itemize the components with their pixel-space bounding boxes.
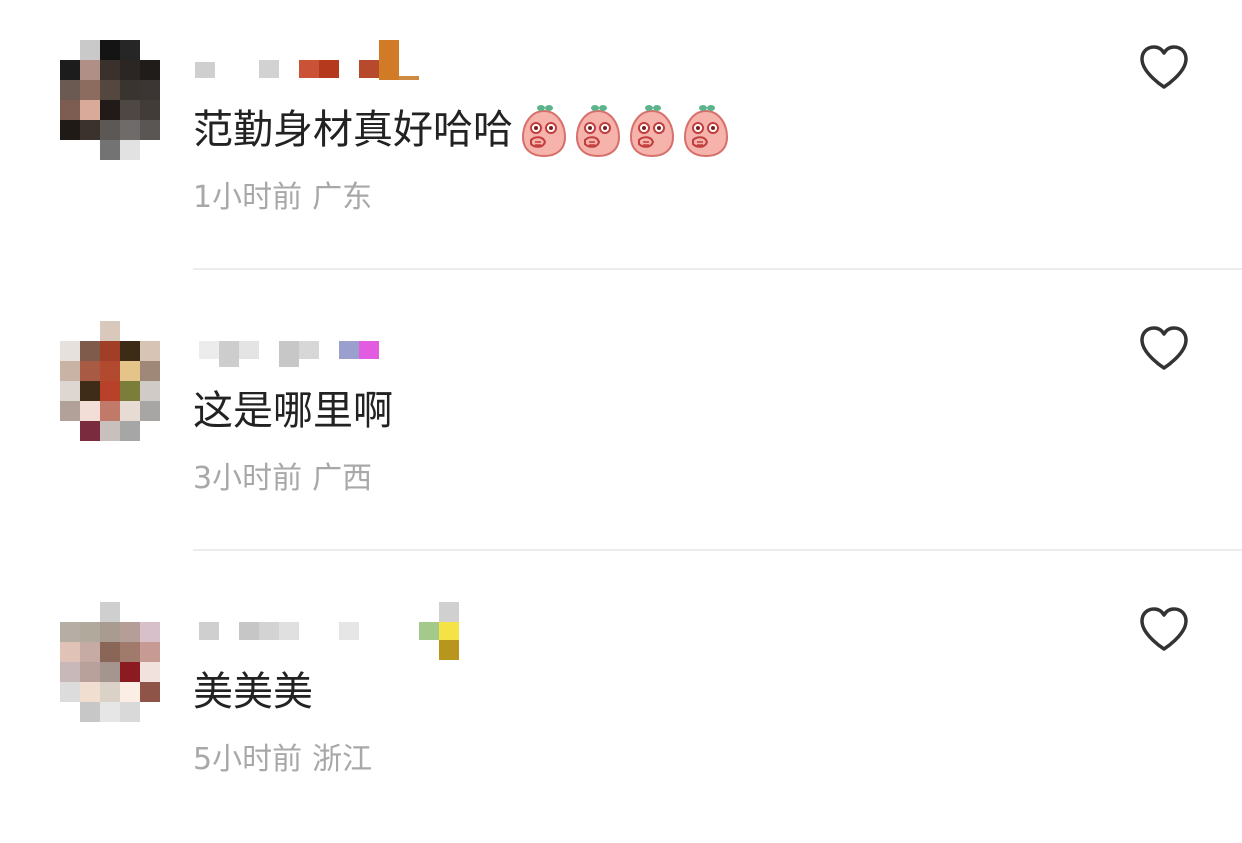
heart-outline-icon[interactable] bbox=[1136, 40, 1192, 96]
comment-time: 3小时前 bbox=[193, 461, 303, 496]
avatar[interactable] bbox=[60, 40, 160, 160]
comment-body: 这是哪里啊 bbox=[193, 388, 393, 434]
comment-body: 范勤身材真好哈哈 bbox=[193, 107, 513, 153]
comment-region: 广西 bbox=[312, 461, 373, 496]
comment-region: 广东 bbox=[312, 180, 373, 215]
comment-time: 5小时前 bbox=[193, 742, 303, 777]
comment-text: 这是哪里啊 bbox=[193, 383, 393, 439]
avatar[interactable] bbox=[60, 321, 160, 441]
username-pixelated[interactable] bbox=[195, 600, 459, 660]
divider bbox=[193, 549, 1242, 551]
comment-body: 美美美 bbox=[193, 669, 313, 715]
divider bbox=[193, 268, 1242, 270]
peach-covering-mouth-emoji-icon bbox=[575, 105, 621, 158]
comment-item: 美美美 5小时前 浙江 bbox=[0, 562, 1242, 843]
heart-outline-icon[interactable] bbox=[1136, 602, 1192, 658]
username-pixelated[interactable] bbox=[195, 319, 455, 367]
comment-meta: 5小时前 浙江 bbox=[193, 738, 372, 782]
username-pixelated[interactable] bbox=[195, 38, 455, 84]
peach-covering-mouth-emoji-icon bbox=[683, 105, 729, 158]
comment-text: 范勤身材真好哈哈 bbox=[193, 102, 733, 158]
comment-region: 浙江 bbox=[312, 742, 373, 777]
heart-outline-icon[interactable] bbox=[1136, 321, 1192, 377]
comment-meta: 1小时前 广东 bbox=[193, 176, 372, 220]
comment-time: 1小时前 bbox=[193, 180, 303, 215]
comment-item: 范勤身材真好哈哈 1小时前 广东 bbox=[0, 0, 1242, 281]
comment-meta: 3小时前 广西 bbox=[193, 457, 372, 501]
peach-covering-mouth-emoji-icon bbox=[629, 105, 675, 158]
comment-item: 这是哪里啊 3小时前 广西 bbox=[0, 281, 1242, 562]
emoji-group bbox=[517, 102, 733, 158]
comment-text: 美美美 bbox=[193, 664, 313, 720]
peach-covering-mouth-emoji-icon bbox=[521, 105, 567, 158]
avatar[interactable] bbox=[60, 602, 160, 722]
